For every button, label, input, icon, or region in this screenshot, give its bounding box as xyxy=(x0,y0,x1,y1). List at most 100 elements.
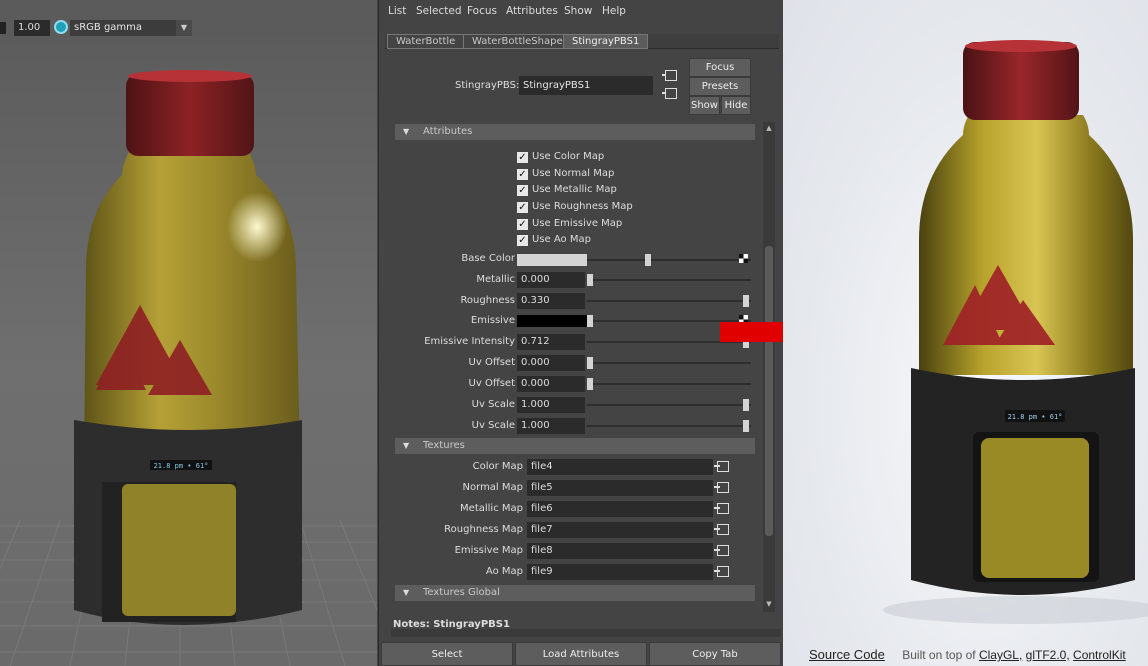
metallic-field[interactable]: 0.000 xyxy=(517,272,585,288)
horizontal-scrollbar[interactable] xyxy=(391,629,781,637)
section-attributes-header[interactable]: Attributes xyxy=(395,124,755,140)
controlkit-link[interactable]: ControlKit xyxy=(1073,648,1126,662)
emissive-intensity-field[interactable]: 0.712 xyxy=(517,334,585,350)
menu-attributes[interactable]: Attributes xyxy=(506,5,558,17)
maya-viewport[interactable]: 1.00 sRGB gamma ▼ 21.8 pm • 61° xyxy=(0,0,377,666)
node-name-field[interactable]: StingrayPBS1 xyxy=(519,76,653,95)
checkbox-label: Use Emissive Map xyxy=(532,218,623,229)
attribute-scroll-area: Attributes ✓ Use Color Map ✓ Use Normal … xyxy=(391,122,767,612)
check-icon[interactable]: ✓ xyxy=(517,219,528,230)
bottle-display-text: 21.8 pm • 61° xyxy=(154,462,209,470)
uv-offset-v-field[interactable]: 0.000 xyxy=(517,376,585,392)
select-button[interactable]: Select xyxy=(381,642,513,666)
roughness-map-label: Roughness Map xyxy=(444,524,523,535)
preview-bottle-render: 21.8 pm • 61° xyxy=(883,40,1148,624)
maya-bottle-render: 21.8 pm • 61° xyxy=(74,70,305,625)
ao-map-label: Ao Map xyxy=(485,566,523,577)
checkbox-label: Use Normal Map xyxy=(532,168,615,179)
check-icon[interactable]: ✓ xyxy=(517,235,528,246)
uv-offset-v-slider[interactable] xyxy=(587,378,751,390)
input-connection-icon[interactable] xyxy=(662,70,677,81)
node-tabs: WaterBottle WaterBottleShape StingrayPBS… xyxy=(385,34,779,49)
claygl-link[interactable]: ClayGL, xyxy=(979,648,1022,662)
uv-offset-v-label: Uv Offset xyxy=(468,378,515,389)
built-on-text: Built on top of xyxy=(902,648,976,662)
metallic-slider[interactable] xyxy=(587,274,751,286)
scroll-down-icon[interactable]: ▼ xyxy=(765,600,773,608)
uv-scale-v-slider[interactable] xyxy=(587,420,751,432)
slider-handle[interactable] xyxy=(743,399,749,411)
roughness-map-field[interactable]: file7 xyxy=(527,522,713,538)
uv-scale-v-label: Uv Scale xyxy=(471,420,515,431)
uv-scale-u-field[interactable]: 1.000 xyxy=(517,397,585,413)
section-textures-header[interactable]: Textures xyxy=(395,438,755,454)
metallic-map-label: Metallic Map xyxy=(460,503,523,514)
menu-show[interactable]: Show xyxy=(564,5,592,17)
uv-scale-u-slider[interactable] xyxy=(587,399,751,411)
connection-icon[interactable] xyxy=(714,524,729,535)
connection-icon[interactable] xyxy=(714,545,729,556)
menu-help[interactable]: Help xyxy=(602,5,626,17)
metallic-map-field[interactable]: file6 xyxy=(527,501,713,517)
focus-button[interactable]: Focus xyxy=(689,58,751,77)
connection-icon[interactable] xyxy=(714,461,729,472)
slider-handle[interactable] xyxy=(587,378,593,390)
preview-bottle-display-text: 21.8 pm • 61° xyxy=(1008,413,1063,421)
checkbox-label: Use Ao Map xyxy=(532,234,591,245)
emissive-swatch[interactable] xyxy=(517,315,587,327)
gltf-link[interactable]: glTF2.0, xyxy=(1026,648,1070,662)
color-map-field[interactable]: file4 xyxy=(527,459,713,475)
base-color-swatch[interactable] xyxy=(517,254,587,266)
map-button-icon[interactable] xyxy=(739,254,748,263)
emissive-label: Emissive xyxy=(470,315,515,326)
scroll-up-icon[interactable]: ▲ xyxy=(765,124,773,132)
ao-map-field[interactable]: file9 xyxy=(527,564,713,580)
web-preview[interactable]: 21.8 pm • 61° Source Code Built on top o… xyxy=(783,0,1148,666)
base-color-label: Base Color xyxy=(461,253,515,264)
node-name-label: StingrayPBS: xyxy=(455,80,520,91)
roughness-label: Roughness xyxy=(460,295,515,306)
color-map-label: Color Map xyxy=(472,461,523,472)
section-textures-global-header[interactable]: Textures Global xyxy=(395,585,755,601)
menu-list[interactable]: List xyxy=(388,5,406,17)
normal-map-label: Normal Map xyxy=(462,482,523,493)
emissive-intensity-label: Emissive Intensity xyxy=(424,336,515,347)
connection-icon[interactable] xyxy=(714,566,729,577)
uv-offset-u-label: Uv Offset xyxy=(468,357,515,368)
menu-selected[interactable]: Selected xyxy=(416,5,462,17)
uv-scale-v-field[interactable]: 1.000 xyxy=(517,418,585,434)
tab-waterbottle[interactable]: WaterBottle xyxy=(387,34,465,49)
presets-button[interactable]: Presets xyxy=(689,77,751,96)
show-button[interactable]: Show xyxy=(689,96,720,115)
preview-footer: Source Code Built on top of ClayGL, glTF… xyxy=(809,647,1126,662)
copy-tab-button[interactable]: Copy Tab xyxy=(649,642,781,666)
emissive-map-field[interactable]: file8 xyxy=(527,543,713,559)
tab-waterbottleshape[interactable]: WaterBottleShape xyxy=(463,34,572,49)
source-code-link[interactable]: Source Code xyxy=(809,647,885,662)
slider-handle[interactable] xyxy=(743,420,749,432)
check-icon[interactable]: ✓ xyxy=(517,152,528,163)
load-attributes-button[interactable]: Load Attributes xyxy=(515,642,647,666)
checkbox-label: Use Color Map xyxy=(532,151,605,162)
slider-handle[interactable] xyxy=(587,315,593,327)
hide-button[interactable]: Hide xyxy=(721,96,751,115)
scrollbar-thumb[interactable] xyxy=(765,246,773,536)
check-icon[interactable]: ✓ xyxy=(517,185,528,196)
slider-handle[interactable] xyxy=(587,357,593,369)
base-color-slider[interactable] xyxy=(587,254,751,266)
check-icon[interactable]: ✓ xyxy=(517,202,528,213)
normal-map-field[interactable]: file5 xyxy=(527,480,713,496)
connection-icon[interactable] xyxy=(714,482,729,493)
roughness-field[interactable]: 0.330 xyxy=(517,293,585,309)
output-connection-icon[interactable] xyxy=(662,88,677,99)
check-icon[interactable]: ✓ xyxy=(517,169,528,180)
tab-stingraypbs1[interactable]: StingrayPBS1 xyxy=(563,34,649,49)
uv-offset-u-field[interactable]: 0.000 xyxy=(517,355,585,371)
menu-focus[interactable]: Focus xyxy=(467,5,497,17)
slider-handle[interactable] xyxy=(587,274,593,286)
uv-scale-u-label: Uv Scale xyxy=(471,399,515,410)
emissive-map-label: Emissive Map xyxy=(454,545,523,556)
connection-icon[interactable] xyxy=(714,503,729,514)
slider-handle[interactable] xyxy=(645,254,651,266)
metallic-label: Metallic xyxy=(476,274,515,285)
